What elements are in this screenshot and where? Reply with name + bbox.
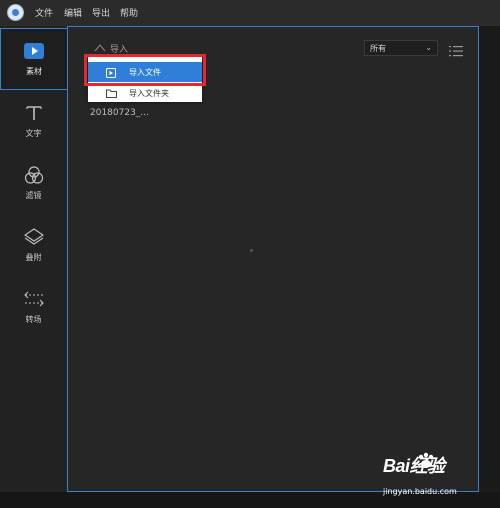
import-dropdown-menu: 导入文件 导入文件夹 bbox=[88, 57, 202, 102]
menu-item-label: 导入文件 bbox=[129, 67, 161, 77]
right-panel-edge bbox=[479, 26, 500, 492]
menu-help[interactable]: 帮助 bbox=[120, 6, 138, 19]
sidebar: 素材 文字 滤镜 叠附 转场 bbox=[0, 26, 67, 492]
import-icon bbox=[94, 42, 106, 55]
chevron-down-icon: ⌄ bbox=[425, 43, 432, 52]
app-logo-icon bbox=[7, 4, 24, 21]
sidebar-item-label: 素材 bbox=[26, 66, 42, 76]
sidebar-item-text[interactable]: 文字 bbox=[0, 90, 67, 152]
menu-edit[interactable]: 编辑 bbox=[64, 6, 82, 19]
media-file-name[interactable]: 20180723_... bbox=[90, 108, 149, 118]
folder-icon bbox=[106, 89, 117, 98]
watermark-url: jingyan.baidu.com bbox=[383, 487, 457, 496]
menu-file[interactable]: 文件 bbox=[35, 6, 53, 19]
cursor-dot bbox=[250, 249, 253, 252]
filter-value: 所有 bbox=[370, 43, 386, 53]
text-icon bbox=[23, 104, 45, 122]
menu-item-label: 导入文件夹 bbox=[129, 88, 169, 98]
sidebar-item-filter[interactable]: 滤镜 bbox=[0, 152, 67, 214]
sidebar-item-label: 转场 bbox=[25, 314, 42, 324]
sidebar-item-label: 叠附 bbox=[25, 252, 42, 262]
sidebar-item-transition[interactable]: 转场 bbox=[0, 276, 67, 338]
menu-item-import-file[interactable]: 导入文件 bbox=[88, 62, 202, 82]
overlay-icon bbox=[23, 227, 45, 246]
sidebar-item-label: 滤镜 bbox=[25, 190, 42, 200]
paw-icon bbox=[416, 452, 436, 472]
menu-item-import-folder[interactable]: 导入文件夹 bbox=[88, 83, 202, 103]
baidu-watermark: Bai经验 jingyan.baidu.com bbox=[383, 452, 498, 502]
list-view-icon[interactable] bbox=[449, 42, 463, 57]
media-icon bbox=[23, 42, 45, 60]
filter-icon bbox=[23, 165, 45, 184]
import-button[interactable]: 导入 bbox=[94, 42, 128, 55]
import-label: 导入 bbox=[110, 45, 129, 55]
menu-export[interactable]: 导出 bbox=[92, 6, 110, 19]
menu-bar: 文件 编辑 导出 帮助 bbox=[0, 0, 500, 26]
filter-dropdown[interactable]: 所有 ⌄ bbox=[364, 40, 438, 56]
sidebar-item-overlay[interactable]: 叠附 bbox=[0, 214, 67, 276]
sidebar-item-label: 文字 bbox=[25, 128, 42, 138]
transition-icon bbox=[23, 290, 45, 308]
sidebar-item-media[interactable]: 素材 bbox=[0, 28, 67, 90]
file-icon bbox=[106, 67, 116, 78]
